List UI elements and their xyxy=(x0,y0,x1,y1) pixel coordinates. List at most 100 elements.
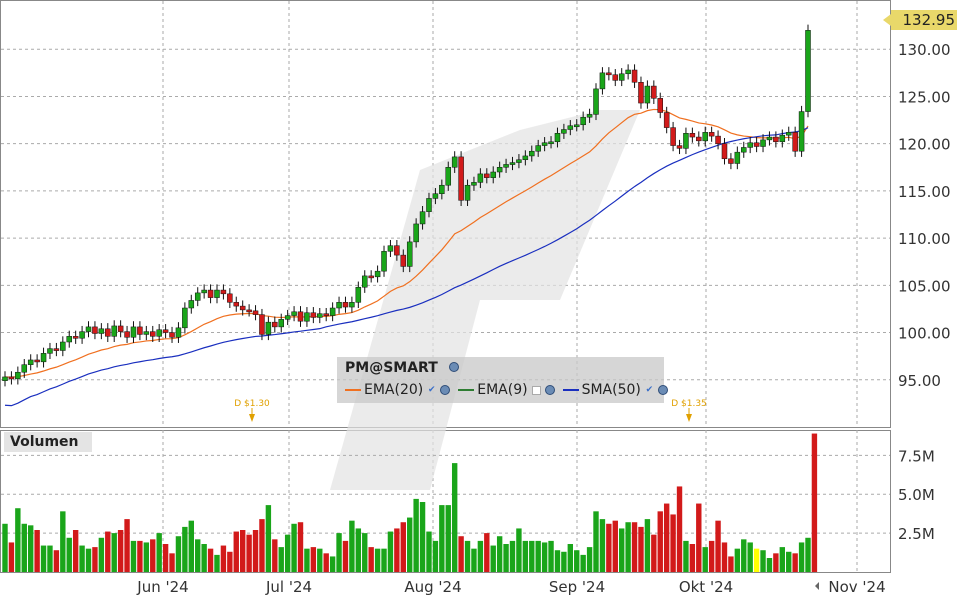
volume-bar xyxy=(670,514,676,572)
volume-bar xyxy=(638,526,644,572)
volume-bar xyxy=(407,517,413,572)
volume-bar xyxy=(162,544,169,572)
sma50-settings-icon[interactable] xyxy=(657,385,668,395)
volume-bar xyxy=(458,536,464,572)
candle-body xyxy=(150,331,156,337)
candle-body xyxy=(406,241,413,267)
volume-bar xyxy=(79,545,85,572)
volume-bar xyxy=(21,523,27,572)
volume-bar xyxy=(689,544,696,572)
volume-bar xyxy=(663,503,670,572)
volume-bar xyxy=(741,539,747,572)
candle-body xyxy=(657,98,663,113)
ema20-settings-icon[interactable] xyxy=(440,385,451,395)
volume-bar xyxy=(368,547,374,572)
candle-body xyxy=(15,371,21,380)
candle-body xyxy=(683,133,689,149)
candle-body xyxy=(259,314,265,335)
volume-bar xyxy=(111,533,117,572)
volume-bar xyxy=(541,542,548,572)
ema9-settings-icon[interactable] xyxy=(544,385,555,395)
volume-bar xyxy=(728,556,734,572)
volume-bar xyxy=(760,550,766,572)
volume-bar xyxy=(676,486,683,572)
candle-body xyxy=(618,73,625,81)
volume-bar xyxy=(548,540,554,572)
candle-body xyxy=(471,182,477,186)
volume-bar xyxy=(715,520,721,572)
volume-bar xyxy=(342,540,349,572)
candle-body xyxy=(349,302,355,308)
candle-body xyxy=(336,302,342,309)
volume-bar xyxy=(105,531,111,572)
ema20-checkbox[interactable]: ✔ xyxy=(427,385,436,395)
legend-ema20: EMA(20) xyxy=(364,382,424,398)
price-tick-label: 105.00 xyxy=(898,277,951,295)
candle-body xyxy=(541,142,548,146)
volume-bar xyxy=(272,539,278,572)
candle-body xyxy=(220,289,227,295)
volume-bar xyxy=(535,540,541,572)
candle-body xyxy=(117,325,124,332)
candle-body xyxy=(162,329,169,333)
volume-bar xyxy=(175,536,182,572)
dividend-label: D $1.30 xyxy=(234,399,270,409)
x-tick-label: Nov '24 xyxy=(828,578,885,596)
volume-bar xyxy=(137,540,143,572)
volume-bar xyxy=(419,502,426,572)
legend-ema9: EMA(9) xyxy=(477,382,528,398)
volume-bar xyxy=(805,537,811,572)
candle-body xyxy=(779,134,786,143)
volume-bar xyxy=(143,542,150,572)
candle-body xyxy=(753,142,760,147)
candle-body xyxy=(207,289,214,298)
candle-body xyxy=(124,331,130,338)
volume-bar xyxy=(53,550,60,572)
candle-body xyxy=(323,313,329,316)
volume-bar xyxy=(98,537,105,572)
volume-bar xyxy=(593,511,599,572)
volume-bar xyxy=(503,544,509,572)
volume-bar xyxy=(355,528,362,572)
volume-bar xyxy=(92,547,98,572)
candle-body xyxy=(728,158,734,164)
volume-bar xyxy=(72,530,79,572)
volume-bar xyxy=(432,540,439,572)
volume-bar xyxy=(150,539,156,572)
price-tick-label: 115.00 xyxy=(898,183,951,201)
symbol-settings-icon[interactable] xyxy=(448,362,459,372)
volume-bar xyxy=(509,540,516,572)
volume-bar xyxy=(625,522,631,572)
volume-bar xyxy=(284,534,291,572)
volume-bar xyxy=(400,522,406,572)
candle-body xyxy=(708,132,715,137)
volume-bar xyxy=(683,540,689,572)
candle-body xyxy=(477,173,484,183)
candle-body xyxy=(798,111,805,152)
candle-body xyxy=(586,114,593,118)
scroll-left-icon xyxy=(815,582,819,590)
price-tick-label: 125.00 xyxy=(898,88,951,106)
ema9-checkbox[interactable] xyxy=(531,385,541,395)
candle-body xyxy=(278,319,284,328)
candle-body xyxy=(394,245,400,256)
volume-bar xyxy=(156,533,162,572)
volume-bar xyxy=(329,556,336,572)
legend-sma50: SMA(50) xyxy=(581,382,641,398)
volume-bar xyxy=(721,542,728,572)
volume-tick-label: 5.0M xyxy=(898,486,935,504)
candle-body xyxy=(265,321,272,335)
volume-bar xyxy=(381,548,387,572)
candle-body xyxy=(529,150,535,157)
candle-body xyxy=(785,132,792,136)
volume-bar xyxy=(188,520,194,572)
candle-body xyxy=(246,309,252,313)
volume-bar xyxy=(233,531,239,572)
sma50-checkbox[interactable]: ✔ xyxy=(645,385,654,395)
price-tick-label: 120.00 xyxy=(898,136,951,154)
volume-bar xyxy=(323,553,329,572)
volume-bar xyxy=(349,520,355,572)
candle-body xyxy=(137,326,143,335)
candle-body xyxy=(638,82,644,104)
candle-body xyxy=(291,311,297,316)
